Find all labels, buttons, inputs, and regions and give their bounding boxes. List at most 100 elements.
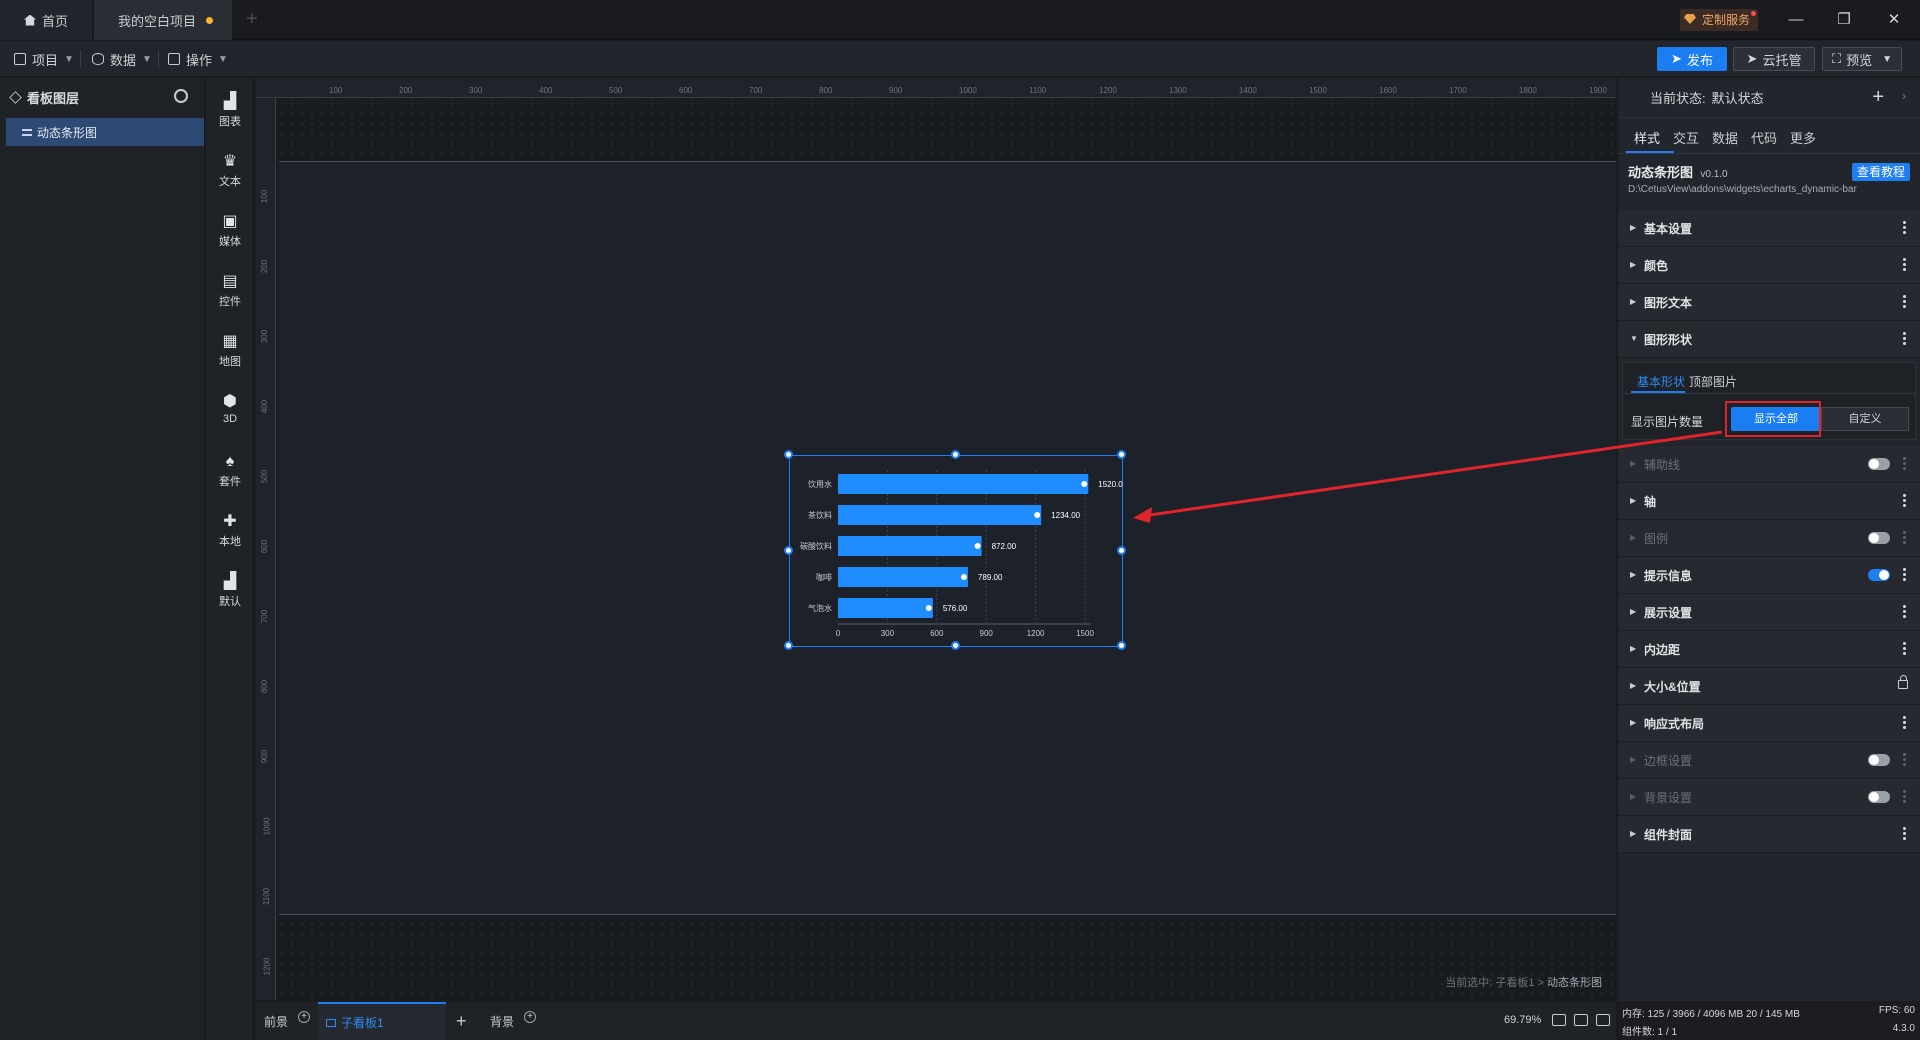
lock-icon[interactable]	[1898, 675, 1908, 689]
section-item[interactable]: ▶ 响应式布局	[1618, 705, 1920, 742]
resize-handle[interactable]	[784, 641, 793, 650]
more-vertical-icon[interactable]	[1903, 715, 1906, 729]
chevron-down-icon[interactable]: ▼	[1882, 54, 1892, 65]
resize-handle[interactable]	[784, 450, 793, 459]
more-vertical-icon[interactable]	[1903, 789, 1906, 803]
more-vertical-icon[interactable]	[1903, 220, 1906, 234]
add-circle-icon[interactable]: +	[298, 1010, 311, 1023]
add-board-button[interactable]: +	[456, 1002, 467, 1040]
view-tutorial-button[interactable]: 查看教程	[1851, 163, 1910, 181]
layer-item[interactable]: 动态条形图	[6, 118, 204, 146]
tab-project[interactable]: 我的空白项目	[94, 0, 232, 40]
more-vertical-icon[interactable]	[1903, 752, 1906, 766]
tab-more[interactable]: 更多	[1790, 128, 1816, 147]
breadcrumb-current: 动态条形图	[1547, 977, 1602, 989]
dock-item-media[interactable]: ▣ 媒体	[206, 204, 254, 260]
property-tabs: 样式 交互 数据 代码 更多	[1618, 118, 1920, 154]
toggle-switch[interactable]	[1868, 532, 1890, 544]
dock-item-map[interactable]: ▦ 地图	[206, 324, 254, 380]
add-circle-icon[interactable]: +	[524, 1010, 537, 1023]
section-label: 内边距	[1644, 642, 1681, 657]
menu-operate[interactable]: 操作 ▼	[168, 48, 228, 70]
dock-item-chart[interactable]: ▟ 图表	[206, 84, 254, 140]
minimize-icon[interactable]: —	[1786, 10, 1806, 30]
section-basic-settings[interactable]: ▶ 基本设置	[1618, 210, 1920, 247]
chart-bar-end-dot	[925, 605, 932, 611]
section-item[interactable]: ▶ 内边距	[1618, 631, 1920, 668]
section-item[interactable]: ▶ 展示设置	[1618, 594, 1920, 631]
dock-item-3d[interactable]: ⬢ 3D	[206, 384, 254, 440]
more-vertical-icon[interactable]	[1903, 641, 1906, 655]
toggle-switch[interactable]	[1868, 754, 1890, 766]
search-icon[interactable]	[174, 89, 188, 103]
terminal-icon[interactable]	[1596, 1014, 1610, 1026]
tab-code[interactable]: 代码	[1751, 128, 1777, 147]
menu-project[interactable]: 项目 ▼	[14, 48, 74, 70]
restore-icon[interactable]: ❐	[1834, 10, 1854, 30]
resize-handle[interactable]	[951, 641, 960, 650]
state-value[interactable]: 默认状态	[1712, 88, 1764, 107]
add-state-button[interactable]: +	[1872, 86, 1884, 109]
dynamic-bar-chart-widget[interactable]: 0 300 600 900 1200 1500 饮用水 1520.0 茶饮料 1234.00 碳酸饮…	[784, 450, 1126, 650]
more-vertical-icon[interactable]	[1903, 604, 1906, 618]
section-graphic-shape[interactable]: ▼ 图形形状	[1618, 321, 1920, 358]
tab-top-image[interactable]: 顶部图片	[1689, 373, 1737, 390]
resize-handle[interactable]	[784, 546, 793, 555]
more-vertical-icon[interactable]	[1903, 826, 1906, 840]
diamond-icon	[1684, 14, 1696, 24]
toggle-switch[interactable]	[1868, 569, 1890, 581]
dock-item-control[interactable]: ▤ 控件	[206, 264, 254, 320]
section-item[interactable]: ▶ 轴	[1618, 483, 1920, 520]
more-vertical-icon[interactable]	[1903, 530, 1906, 544]
section-item[interactable]: ▶ 组件封面	[1618, 816, 1920, 853]
custom-service-button[interactable]: 定制服务	[1680, 9, 1759, 31]
ruler-tick-label: 1500	[1309, 86, 1327, 95]
section-item[interactable]: ▶ 提示信息	[1618, 557, 1920, 594]
cloud-host-button[interactable]: ➤ 云托管	[1733, 47, 1815, 71]
tab-interaction[interactable]: 交互	[1673, 128, 1699, 147]
dock-item-local[interactable]: ✚ 本地	[206, 504, 254, 560]
tab-foreground[interactable]: 前景 +	[264, 1002, 311, 1040]
tab-home[interactable]: 首页	[0, 0, 92, 40]
more-vertical-icon[interactable]	[1903, 257, 1906, 271]
resize-handle[interactable]	[1117, 546, 1126, 555]
publish-button[interactable]: ➤ 发布	[1657, 47, 1727, 71]
cube-icon: ⬢	[223, 393, 237, 410]
more-vertical-icon[interactable]	[1903, 294, 1906, 308]
dock-item-text[interactable]: ♛ 文本	[206, 144, 254, 200]
resize-handle[interactable]	[1117, 450, 1126, 459]
tab-background[interactable]: 背景 +	[490, 1002, 537, 1040]
section-color[interactable]: ▶ 颜色	[1618, 247, 1920, 284]
more-vertical-icon[interactable]	[1903, 456, 1906, 470]
close-icon[interactable]: ✕	[1884, 10, 1904, 30]
new-tab-button[interactable]: +	[246, 8, 258, 31]
section-item[interactable]: ▶ 辅助线	[1618, 446, 1920, 483]
more-vertical-icon[interactable]	[1903, 493, 1906, 507]
fit-screen-icon[interactable]	[1552, 1014, 1566, 1026]
section-graphic-text[interactable]: ▶ 图形文本	[1618, 284, 1920, 321]
more-vertical-icon[interactable]	[1903, 331, 1906, 345]
menu-data[interactable]: 数据 ▼	[92, 48, 152, 70]
dock-item-default[interactable]: ▟ 默认	[206, 564, 254, 620]
toggle-switch[interactable]	[1868, 458, 1890, 470]
section-item[interactable]: ▶ 图例	[1618, 520, 1920, 557]
tab-data[interactable]: 数据	[1712, 128, 1738, 147]
more-vertical-icon[interactable]	[1903, 567, 1906, 581]
resize-handle[interactable]	[951, 450, 960, 459]
preview-button[interactable]: ⛶ 预览 ▼	[1822, 47, 1902, 71]
chevron-right-icon[interactable]: ›	[1902, 89, 1906, 103]
resize-handle[interactable]	[1117, 641, 1126, 650]
section-item[interactable]: ▶ 边框设置	[1618, 742, 1920, 779]
ruler-tick-label: 200	[399, 86, 413, 95]
keyboard-icon[interactable]	[1574, 1014, 1588, 1026]
tab-style[interactable]: 样式	[1634, 128, 1660, 147]
toggle-switch[interactable]	[1868, 791, 1890, 803]
dock-item-kit[interactable]: ♠ 套件	[206, 444, 254, 500]
section-item[interactable]: ▶ 背景设置	[1618, 779, 1920, 816]
zoom-level[interactable]: 69.79%	[1504, 1014, 1541, 1026]
memory-status: 内存: 125 / 3966 / 4096 MB 20 / 145 MB	[1622, 1009, 1800, 1020]
section-item[interactable]: ▶ 大小&位置	[1618, 668, 1920, 705]
custom-button[interactable]: 自定义	[1821, 407, 1909, 431]
tab-subboard[interactable]: 子看板1	[318, 1002, 446, 1040]
tab-basic-shape[interactable]: 基本形状	[1637, 373, 1685, 390]
